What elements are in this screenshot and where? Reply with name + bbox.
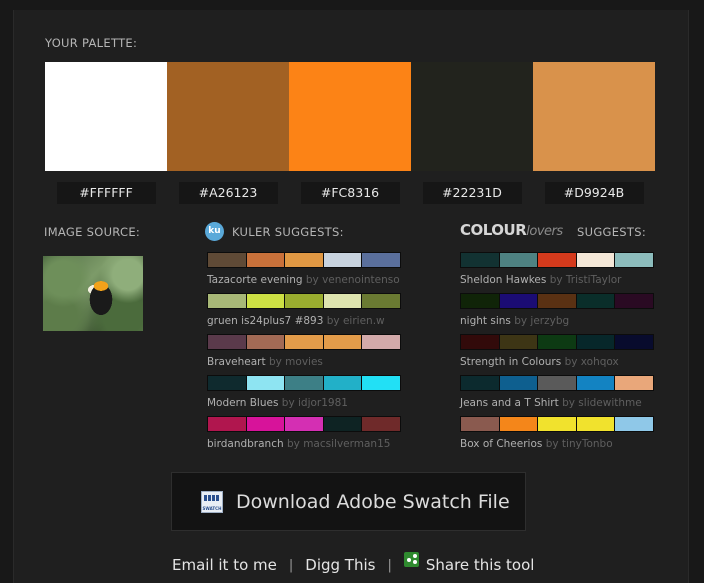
kuler-suggestion[interactable]: Modern Blues by idjor1981 xyxy=(207,375,401,416)
color-strip[interactable] xyxy=(207,375,401,391)
color-strip[interactable] xyxy=(460,293,654,309)
colourlovers-logo-colour: COLOUR xyxy=(460,221,527,239)
suggestion-name[interactable]: gruen is24plus7 #893 xyxy=(207,315,323,327)
suggestion-author[interactable]: by eirien.w xyxy=(327,315,385,327)
download-button-label: Download Adobe Swatch File xyxy=(236,490,510,513)
swatch-icon-label: SWATCH xyxy=(202,505,222,511)
suggestion-author[interactable]: by movies xyxy=(269,356,323,368)
hex-label: #A26123 xyxy=(178,182,278,204)
suggestion-author[interactable]: by TristiTaylor xyxy=(550,274,622,286)
color-strip[interactable] xyxy=(460,334,654,350)
share-link[interactable]: Share this tool xyxy=(426,556,535,574)
colourlovers-suggestion-list: Sheldon Hawkes by TristiTaylor night sin… xyxy=(460,252,654,457)
hex-label: #FFFFFF xyxy=(56,182,156,204)
footer-links: Email it to me | Digg This | Share this … xyxy=(172,551,535,574)
kuler-suggestion-list: Tazacorte evening by venenointenso gruen… xyxy=(207,252,401,457)
hex-label: #22231D xyxy=(422,182,522,204)
colourlovers-suggestion[interactable]: night sins by jerzybg xyxy=(460,293,654,334)
suggestion-name[interactable]: Modern Blues xyxy=(207,397,278,409)
kuler-logo-icon: ku xyxy=(205,222,224,241)
suggestion-name[interactable]: Sheldon Hawkes xyxy=(460,274,546,286)
palette-swatch[interactable] xyxy=(533,62,655,171)
palette-swatch[interactable] xyxy=(289,62,411,171)
color-strip[interactable] xyxy=(460,252,654,268)
color-strip[interactable] xyxy=(207,293,401,309)
suggestion-name[interactable]: Tazacorte evening xyxy=(207,274,303,286)
kuler-suggestion[interactable]: gruen is24plus7 #893 by eirien.w xyxy=(207,293,401,334)
colourlovers-suggestion[interactable]: Sheldon Hawkes by TristiTaylor xyxy=(460,252,654,293)
kuler-heading: KULER SUGGESTS: xyxy=(232,225,344,239)
kuler-suggestion[interactable]: birdandbranch by macsilverman15 xyxy=(207,416,401,457)
footer-separator: | xyxy=(288,557,294,573)
palette-swatches xyxy=(45,62,655,171)
suggestion-name[interactable]: Jeans and a T Shirt xyxy=(460,397,559,409)
suggestion-author[interactable]: by jerzybg xyxy=(514,315,569,327)
hex-label: #D9924B xyxy=(544,182,644,204)
footer-separator: | xyxy=(387,557,392,573)
suggestion-name[interactable]: birdandbranch xyxy=(207,438,284,450)
hex-labels: #FFFFFF #A26123 #FC8316 #22231D #D9924B xyxy=(45,182,655,204)
colourlovers-heading: SUGGESTS: xyxy=(577,225,647,239)
palette-heading: YOUR PALETTE: xyxy=(45,36,138,50)
suggestion-author[interactable]: by xohqox xyxy=(565,356,619,368)
suggestion-name[interactable]: Strength in Colours xyxy=(460,356,561,368)
download-swatch-button[interactable]: SWATCH Download Adobe Swatch File xyxy=(171,472,526,531)
hex-label: #FC8316 xyxy=(300,182,400,204)
suggestion-author[interactable]: by venenointenso xyxy=(306,274,400,286)
image-source-heading: IMAGE SOURCE: xyxy=(44,225,141,239)
palette-swatch[interactable] xyxy=(167,62,289,171)
color-strip[interactable] xyxy=(207,252,401,268)
colourlovers-suggestion[interactable]: Box of Cheerios by tinyTonbo xyxy=(460,416,654,457)
suggestion-author[interactable]: by slidewithme xyxy=(562,397,642,409)
suggestion-name[interactable]: night sins xyxy=(460,315,511,327)
suggestion-author[interactable]: by tinyTonbo xyxy=(546,438,613,450)
source-image-thumbnail[interactable] xyxy=(43,256,143,331)
email-link[interactable]: Email it to me xyxy=(172,556,277,574)
colourlovers-logo: COLOURlovers xyxy=(460,221,563,239)
color-strip[interactable] xyxy=(207,334,401,350)
colourlovers-logo-lovers: lovers xyxy=(526,224,563,239)
kuler-suggestion[interactable]: Tazacorte evening by venenointenso xyxy=(207,252,401,293)
suggestion-name[interactable]: Braveheart xyxy=(207,356,266,368)
color-strip[interactable] xyxy=(460,416,654,432)
digg-link[interactable]: Digg This xyxy=(305,556,375,574)
palette-swatch[interactable] xyxy=(45,62,167,171)
color-strip[interactable] xyxy=(207,416,401,432)
swatch-file-icon: SWATCH xyxy=(201,490,223,513)
suggestion-name[interactable]: Box of Cheerios xyxy=(460,438,542,450)
suggestion-author[interactable]: by macsilverman15 xyxy=(287,438,390,450)
colourlovers-suggestion[interactable]: Strength in Colours by xohqox xyxy=(460,334,654,375)
share-icon[interactable] xyxy=(403,551,419,567)
kuler-suggestion[interactable]: Braveheart by movies xyxy=(207,334,401,375)
palette-swatch[interactable] xyxy=(411,62,533,171)
colourlovers-suggestion[interactable]: Jeans and a T Shirt by slidewithme xyxy=(460,375,654,416)
color-strip[interactable] xyxy=(460,375,654,391)
suggestion-author[interactable]: by idjor1981 xyxy=(282,397,348,409)
